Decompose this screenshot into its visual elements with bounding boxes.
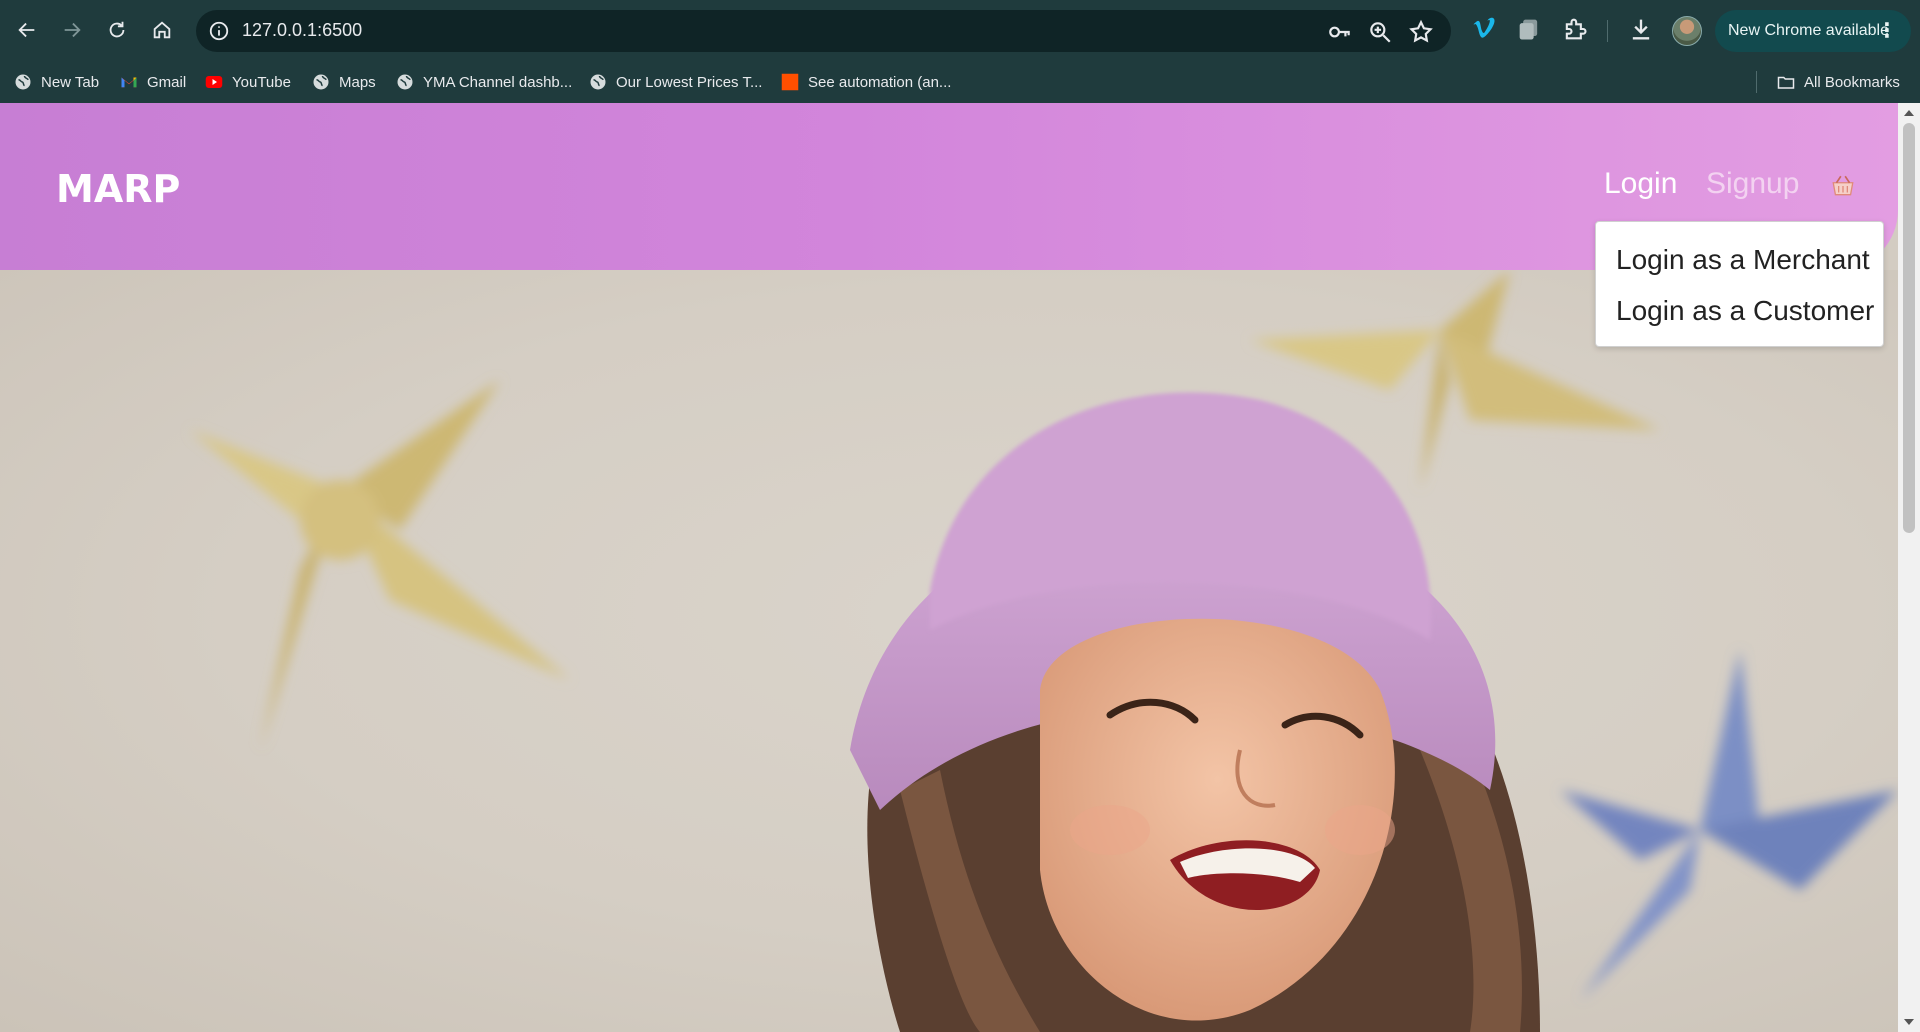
profile-avatar[interactable] — [1672, 16, 1702, 46]
bookmark-label: See automation (an... — [808, 73, 952, 91]
login-as-customer-option[interactable]: Login as a Customer — [1616, 295, 1874, 327]
nav-signup-link[interactable]: Signup — [1706, 167, 1799, 201]
orange-square-icon — [781, 73, 799, 91]
globe-icon — [590, 74, 606, 90]
girl-cheek-left — [1070, 805, 1150, 855]
logo-text: MARP — [56, 167, 180, 207]
blue-pinwheel — [1560, 650, 1898, 1000]
scroll-thumb[interactable] — [1903, 123, 1915, 533]
gmail-icon — [121, 77, 137, 88]
nav-login-link[interactable]: Login — [1604, 167, 1677, 201]
address-bar[interactable]: 127.0.0.1:6500 — [196, 10, 1451, 52]
bookmark-lowest-prices[interactable]: Our Lowest Prices T... — [589, 69, 762, 95]
site-info-icon[interactable] — [208, 20, 230, 42]
zoom-icon[interactable] — [1367, 19, 1393, 45]
bookmark-see-automation[interactable]: See automation (an... — [781, 69, 951, 95]
scroll-up-arrow[interactable] — [1904, 110, 1914, 116]
hero-illustration — [190, 270, 1898, 1032]
toolbar-separator — [1607, 20, 1608, 42]
globe-icon — [397, 74, 413, 90]
bookmark-label: New Tab — [41, 73, 100, 91]
all-bookmarks-button[interactable]: All Bookmarks — [1777, 69, 1900, 95]
web-page: MARP Login Signup Login as a Merchant Lo… — [0, 103, 1920, 1032]
page-scrollbar[interactable] — [1898, 103, 1920, 1032]
bookmark-youtube[interactable]: YouTube — [205, 69, 291, 95]
marp-logo[interactable]: MARP — [56, 167, 186, 207]
reload-icon — [109, 21, 125, 38]
bookmark-gmail[interactable]: Gmail — [120, 69, 186, 95]
copy-extension-icon[interactable] — [1515, 15, 1543, 43]
bookmark-new-tab[interactable]: New Tab — [14, 69, 99, 95]
url-text[interactable]: 127.0.0.1:6500 — [242, 20, 362, 41]
home-button[interactable] — [144, 12, 180, 48]
youtube-icon — [205, 76, 223, 88]
bookmark-label: Our Lowest Prices T... — [616, 73, 763, 91]
bookmark-label: YMA Channel dashb... — [423, 73, 573, 91]
girl-cheek-right — [1325, 805, 1395, 855]
bookmark-label: Gmail — [147, 73, 187, 91]
scroll-down-arrow[interactable] — [1904, 1019, 1914, 1025]
reload-button[interactable] — [99, 12, 135, 48]
forward-button[interactable] — [54, 12, 90, 48]
chrome-menu-icon[interactable]: ⋮ — [1877, 10, 1897, 52]
yellow-pinwheel-left — [190, 380, 570, 750]
home-icon — [153, 21, 171, 39]
bookmark-label: YouTube — [232, 73, 291, 91]
bookmarks-separator — [1756, 71, 1757, 93]
browser-toolbar: 127.0.0.1:6500 New Chrome available ⋮ — [0, 0, 1920, 61]
login-as-merchant-option[interactable]: Login as a Merchant — [1616, 244, 1870, 276]
bookmark-yma-channel[interactable]: YMA Channel dashb... — [396, 69, 572, 95]
globe-icon — [313, 74, 329, 90]
login-dropdown-menu: Login as a Merchant Login as a Customer — [1595, 221, 1884, 347]
key-icon[interactable] — [1327, 19, 1353, 45]
back-button[interactable] — [9, 12, 45, 48]
bookmarks-bar: New Tab Gmail YouTube Maps YMA Channel d… — [0, 61, 1920, 103]
bookmark-maps[interactable]: Maps — [312, 69, 376, 95]
new-chrome-available-button[interactable]: New Chrome available ⋮ — [1715, 10, 1911, 52]
bookmark-label: Maps — [339, 73, 376, 91]
all-bookmarks-label: All Bookmarks — [1804, 73, 1900, 91]
download-icon[interactable] — [1627, 15, 1655, 43]
folder-icon — [1777, 76, 1795, 89]
vimeo-icon[interactable] — [1470, 15, 1498, 43]
extensions-puzzle-icon[interactable] — [1561, 15, 1589, 43]
arrow-right-icon — [64, 22, 81, 38]
globe-icon — [15, 74, 31, 90]
bookmark-star-icon[interactable] — [1408, 19, 1434, 45]
new-chrome-label: New Chrome available — [1728, 22, 1889, 39]
hero-image — [0, 270, 1898, 1032]
arrow-left-icon — [18, 22, 35, 38]
cart-basket-icon[interactable] — [1830, 173, 1856, 199]
